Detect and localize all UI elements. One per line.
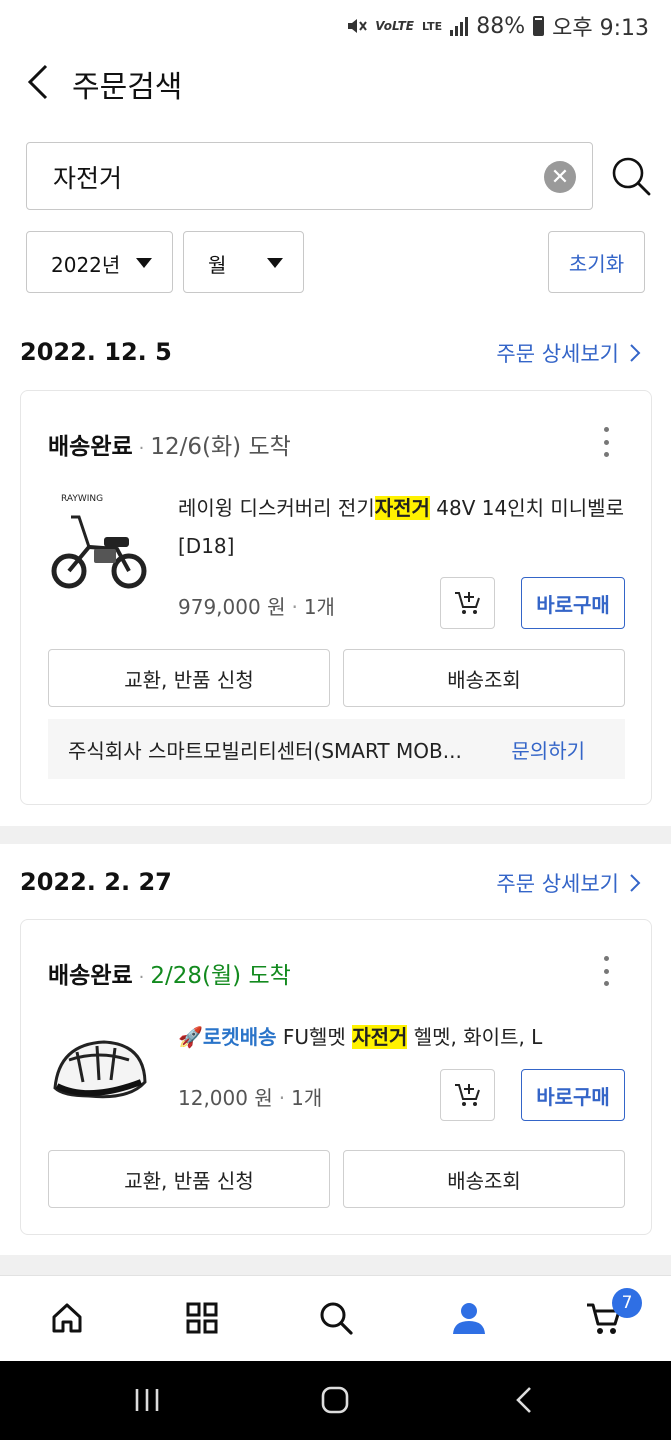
arrival-date: 12/6(화) 도착 — [150, 434, 291, 460]
search-input-value: 자전거 — [53, 164, 123, 193]
quantity: 1개 — [303, 595, 335, 619]
mute-icon — [348, 19, 368, 33]
order-detail-link[interactable]: 주문 상세보기 — [496, 868, 641, 898]
order-detail-label: 주문 상세보기 — [496, 342, 619, 366]
inquiry-link[interactable]: 문의하기 — [511, 735, 585, 764]
battery-icon — [533, 16, 545, 36]
order-date: 2022. 2. 27 — [20, 868, 172, 896]
more-options-icon[interactable] — [601, 956, 611, 986]
recent-apps-icon[interactable] — [132, 1385, 162, 1415]
rocket-delivery-label: 로켓배송 — [202, 1025, 277, 1049]
search-input[interactable]: 자전거 ✕ — [26, 142, 593, 210]
order-card: 배송완료 · 12/6(화) 도착 RAYWING 레이윙 디스커버리 전기자전… — [20, 390, 652, 805]
month-select-value: 월 — [208, 253, 227, 277]
year-select-value: 2022년 — [51, 253, 121, 277]
volte-icon: VoLTE — [375, 19, 414, 33]
keyword-highlight: 자전거 — [352, 1025, 408, 1049]
chevron-right-icon — [630, 344, 641, 362]
price: 12,000 원 — [178, 1086, 273, 1110]
chevron-down-icon — [136, 258, 152, 268]
cart-plus-icon — [454, 592, 480, 614]
svg-text:RAYWING: RAYWING — [61, 494, 103, 504]
header: 주문검색 — [0, 52, 671, 112]
order-detail-link[interactable]: 주문 상세보기 — [496, 338, 641, 368]
section-divider — [0, 1255, 671, 1275]
buy-now-button[interactable]: 바로구매 — [521, 1069, 625, 1121]
chevron-right-icon — [630, 874, 641, 892]
buy-now-button[interactable]: 바로구매 — [521, 577, 625, 629]
product-name[interactable]: 레이윙 디스커버리 전기자전거 48V 14인치 미니벨로[D18] — [178, 489, 628, 565]
my-page-icon[interactable] — [447, 1296, 491, 1340]
arrival-date: 2/28(월) 도착 — [150, 963, 291, 989]
seller-bar: 주식회사 스마트모빌리티센터(SMART MOB... 문의하기 — [48, 719, 625, 779]
track-delivery-button[interactable]: 배송조회 — [343, 1150, 625, 1208]
home-button-icon[interactable] — [320, 1385, 350, 1415]
battery-percent: 88% — [476, 13, 526, 39]
delivery-status: 배송완료 · 2/28(월) 도착 — [48, 956, 291, 990]
reset-button[interactable]: 초기화 — [548, 231, 645, 293]
exchange-return-button[interactable]: 교환, 반품 신청 — [48, 1150, 330, 1208]
search-icon[interactable] — [609, 154, 653, 198]
product-name[interactable]: 🚀로켓배송 FU헬멧 자전거 헬멧, 화이트, L — [178, 1018, 628, 1056]
signal-icon — [450, 16, 469, 36]
bottom-nav — [0, 1275, 671, 1361]
year-select[interactable]: 2022년 — [26, 231, 173, 293]
home-icon[interactable] — [45, 1296, 89, 1340]
page-title: 주문검색 — [72, 70, 183, 105]
add-to-cart-button[interactable] — [440, 1069, 495, 1121]
order-date: 2022. 12. 5 — [20, 338, 172, 366]
keyword-highlight: 자전거 — [374, 496, 430, 520]
price: 979,000 원 — [178, 595, 286, 619]
system-nav-bar — [0, 1361, 671, 1440]
product-name-part: FU헬멧 — [276, 1025, 353, 1049]
cart-plus-icon — [454, 1084, 480, 1106]
price-qty: 979,000 원 · 1개 — [178, 595, 335, 619]
product-name-part: 레이윙 디스커버리 전기 — [178, 496, 375, 520]
price-qty: 12,000 원 · 1개 — [178, 1086, 323, 1110]
system-back-icon[interactable] — [510, 1385, 540, 1415]
rocket-icon: 🚀 — [178, 1025, 203, 1049]
product-image-ebike[interactable]: RAYWING — [49, 487, 149, 592]
cart-count-badge: 7 — [612, 1288, 642, 1318]
track-delivery-button[interactable]: 배송조회 — [343, 649, 625, 707]
status-bar: VoLTE LTE 88% 오후 9:13 — [0, 0, 671, 52]
order-card: 배송완료 · 2/28(월) 도착 🚀로켓배송 FU헬멧 자전거 헬멧, 화이트… — [20, 919, 652, 1235]
product-name-part: 헬멧, 화이트, L — [407, 1025, 543, 1049]
order-detail-label: 주문 상세보기 — [496, 872, 619, 896]
more-options-icon[interactable] — [601, 427, 611, 457]
status-label: 배송완료 — [48, 434, 133, 460]
quantity: 1개 — [291, 1086, 323, 1110]
product-image-helmet[interactable] — [49, 1030, 149, 1110]
clear-icon[interactable]: ✕ — [544, 161, 576, 193]
clock: 오후 9:13 — [552, 16, 649, 41]
lte-label: LTE — [421, 19, 443, 33]
section-divider — [0, 826, 671, 844]
categories-icon[interactable] — [180, 1296, 224, 1340]
delivery-status: 배송완료 · 12/6(화) 도착 — [48, 427, 291, 461]
search-icon[interactable] — [314, 1296, 358, 1340]
add-to-cart-button[interactable] — [440, 577, 495, 629]
exchange-return-button[interactable]: 교환, 반품 신청 — [48, 649, 330, 707]
seller-name: 주식회사 스마트모빌리티센터(SMART MOB... — [68, 739, 462, 763]
back-arrow-icon[interactable] — [20, 60, 60, 104]
month-select[interactable]: 월 — [183, 231, 304, 293]
status-label: 배송완료 — [48, 963, 133, 989]
chevron-down-icon — [267, 258, 283, 268]
